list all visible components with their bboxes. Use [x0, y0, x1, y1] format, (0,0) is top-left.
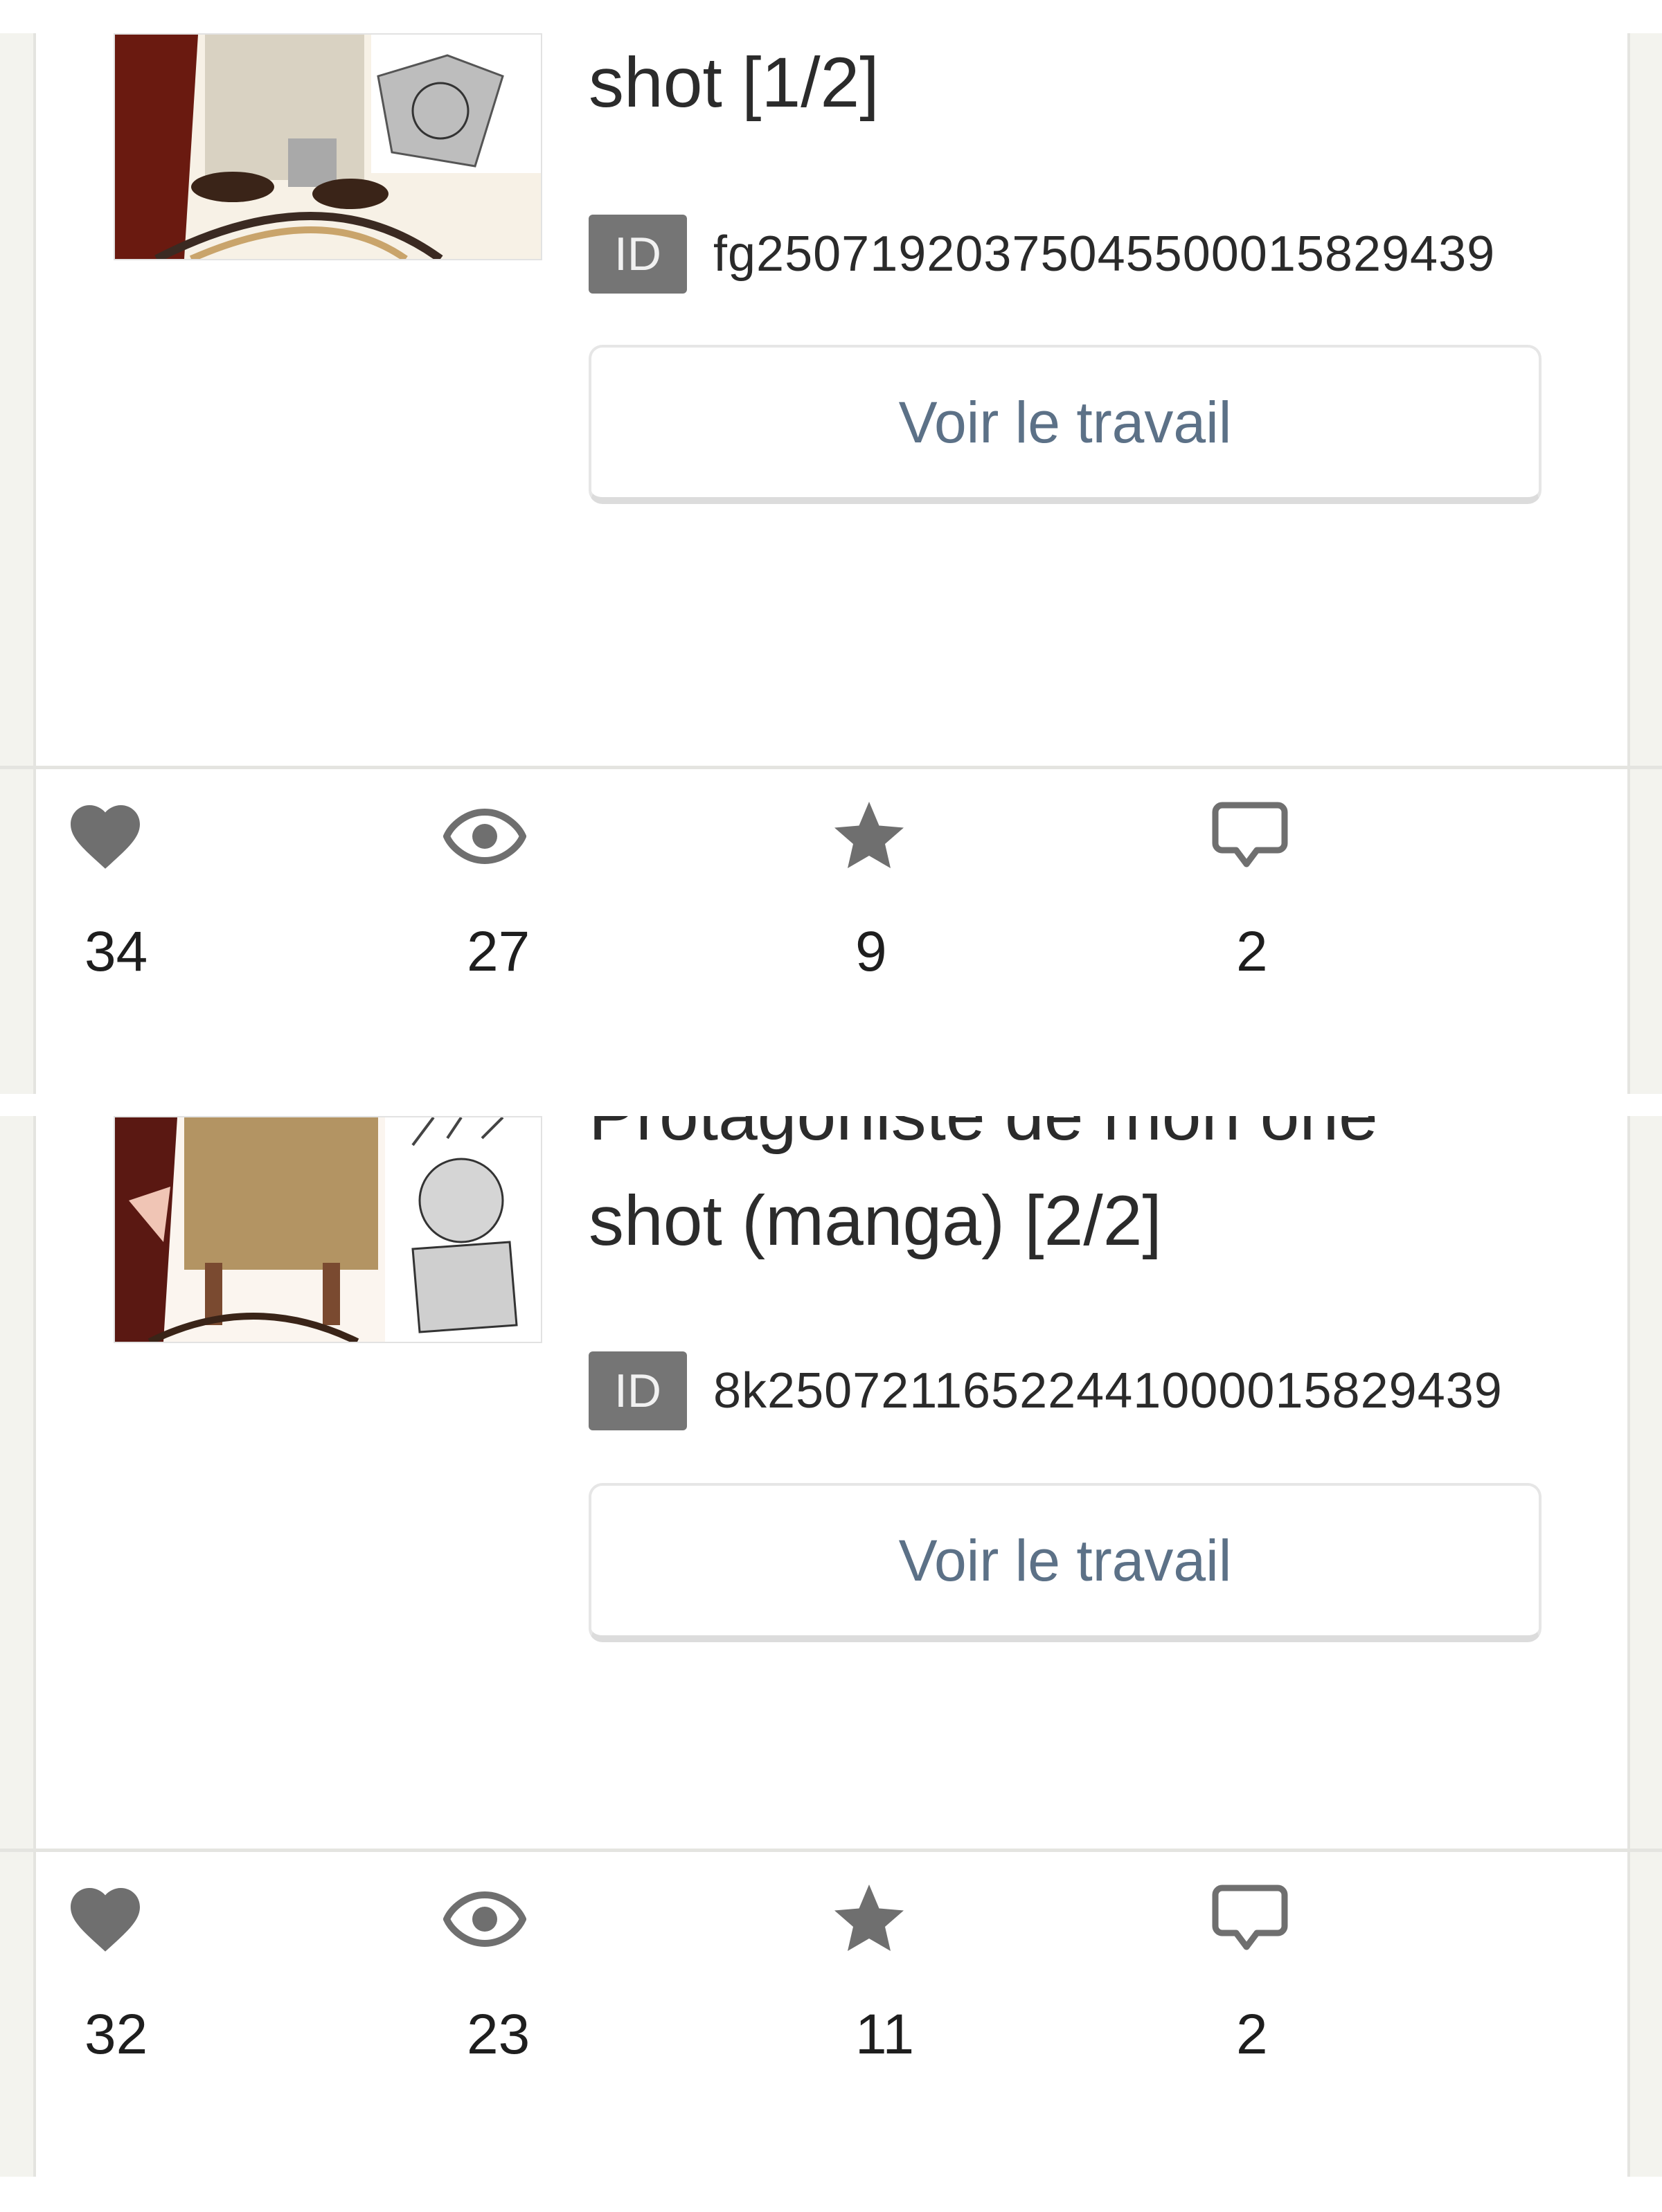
divider — [0, 766, 1662, 769]
speech-bubble-icon[interactable] — [1208, 795, 1292, 878]
thumbnail-illustration — [115, 35, 541, 259]
stars-count: 11 — [855, 2003, 915, 2066]
work-id-row: ID 8k25072116522441000015829439 — [589, 1351, 1503, 1430]
id-badge: ID — [589, 215, 687, 294]
work-thumbnail[interactable] — [114, 1116, 542, 1343]
likes-count: 32 — [84, 2003, 148, 2066]
eye-icon — [443, 795, 526, 878]
heart-icon[interactable] — [64, 795, 147, 878]
views-count: 27 — [467, 920, 530, 983]
work-card-2: Protagoniste de mon one shot (manga) [2/… — [0, 1116, 1662, 2177]
work-card-1: shot [1/2] ID fg250719203750455000158294… — [0, 33, 1662, 1094]
view-work-button[interactable]: Voir le travail — [589, 1483, 1542, 1642]
view-work-button[interactable]: Voir le travail — [589, 345, 1542, 504]
likes-count: 34 — [84, 920, 148, 983]
work-thumbnail[interactable] — [114, 33, 542, 260]
work-id-row: ID fg25071920375045500015829439 — [589, 215, 1495, 294]
work-id-value: 8k25072116522441000015829439 — [713, 1363, 1503, 1419]
heart-icon[interactable] — [64, 1878, 147, 1961]
divider — [0, 1849, 1662, 1852]
stars-count: 9 — [855, 920, 887, 983]
speech-bubble-icon[interactable] — [1208, 1878, 1292, 1961]
work-title-clipped-line: Protagoniste de mon one — [589, 1116, 1378, 1151]
eye-icon — [443, 1878, 526, 1961]
work-title[interactable]: shot [1/2] — [589, 47, 1558, 118]
views-count: 23 — [467, 2003, 530, 2066]
work-id-value: fg25071920375045500015829439 — [713, 226, 1496, 282]
comments-count: 2 — [1236, 2003, 1268, 2066]
star-icon[interactable] — [828, 1878, 911, 1961]
stats-bar: 34 27 9 2 — [0, 795, 1662, 1002]
id-badge: ID — [589, 1351, 687, 1430]
thumbnail-illustration — [115, 1117, 541, 1342]
stats-bar: 32 23 11 2 — [0, 1878, 1662, 2085]
work-title[interactable]: shot (manga) [2/2] — [589, 1185, 1558, 1256]
comments-count: 2 — [1236, 920, 1268, 983]
star-icon[interactable] — [828, 795, 911, 878]
